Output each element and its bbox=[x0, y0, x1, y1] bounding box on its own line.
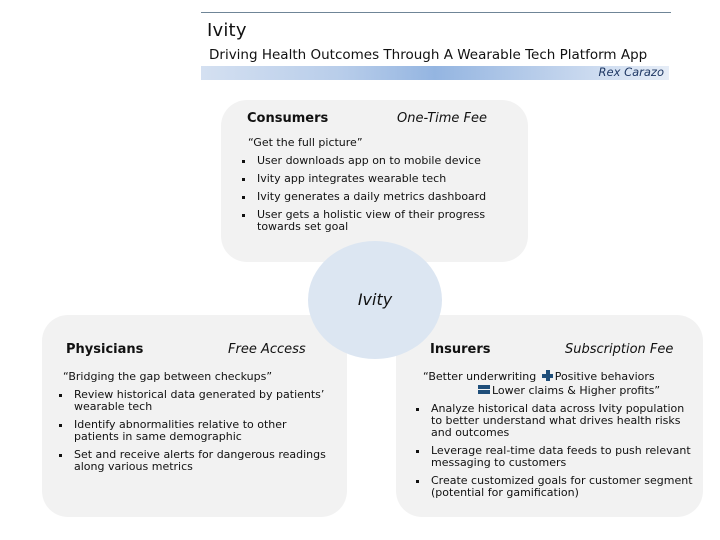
physicians-bullet-list: Review historical data generated by pati… bbox=[57, 389, 327, 479]
insurers-fee: Subscription Fee bbox=[565, 342, 674, 357]
consumers-fee: One-Time Fee bbox=[397, 111, 488, 126]
list-item: Analyze historical data across Ivity pop… bbox=[414, 403, 694, 439]
list-item: Leverage real-time data feeds to push re… bbox=[414, 445, 694, 469]
insurers-bullet-list: Analyze historical data across Ivity pop… bbox=[414, 403, 694, 505]
consumers-quote: “Get the full picture” bbox=[248, 136, 363, 149]
list-item: Set and receive alerts for dangerous rea… bbox=[57, 449, 327, 473]
header-rule bbox=[201, 12, 671, 13]
hub-label: Ivity bbox=[357, 289, 393, 309]
list-item: User gets a holistic view of their progr… bbox=[240, 209, 490, 233]
insurers-quote: “Better underwriting Positive behaviors bbox=[423, 370, 655, 383]
list-item: Identify abnormalities relative to other… bbox=[57, 419, 327, 443]
consumers-heading: Consumers bbox=[247, 111, 329, 126]
consumers-bullet-list: User downloads app on to mobile device I… bbox=[240, 155, 490, 239]
insurers-quote-part1: “Better underwriting bbox=[423, 370, 537, 383]
physicians-heading: Physicians bbox=[66, 342, 144, 357]
ivity-hub-circle: Ivity bbox=[308, 241, 442, 359]
equals-icon bbox=[478, 385, 490, 395]
list-item: User downloads app on to mobile device bbox=[240, 155, 490, 167]
plus-icon bbox=[541, 370, 553, 381]
list-item: Ivity generates a daily metrics dashboar… bbox=[240, 191, 490, 203]
insurers-heading: Insurers bbox=[430, 342, 491, 357]
author-name: Rex Carazo bbox=[598, 65, 664, 79]
insurers-quote-part3: Lower claims & Higher profits” bbox=[492, 384, 661, 397]
list-item: Ivity app integrates wearable tech bbox=[240, 173, 490, 185]
page-title: Ivity bbox=[207, 20, 247, 41]
page-subtitle: Driving Health Outcomes Through A Wearab… bbox=[209, 47, 648, 63]
physicians-fee: Free Access bbox=[228, 342, 306, 357]
physicians-quote: “Bridging the gap between checkups” bbox=[63, 370, 273, 383]
insurers-quote-line2: Lower claims & Higher profits” bbox=[478, 384, 660, 397]
list-item: Review historical data generated by pati… bbox=[57, 389, 327, 413]
insurers-quote-part2: Positive behaviors bbox=[554, 370, 655, 383]
list-item: Create customized goals for customer seg… bbox=[414, 475, 694, 499]
